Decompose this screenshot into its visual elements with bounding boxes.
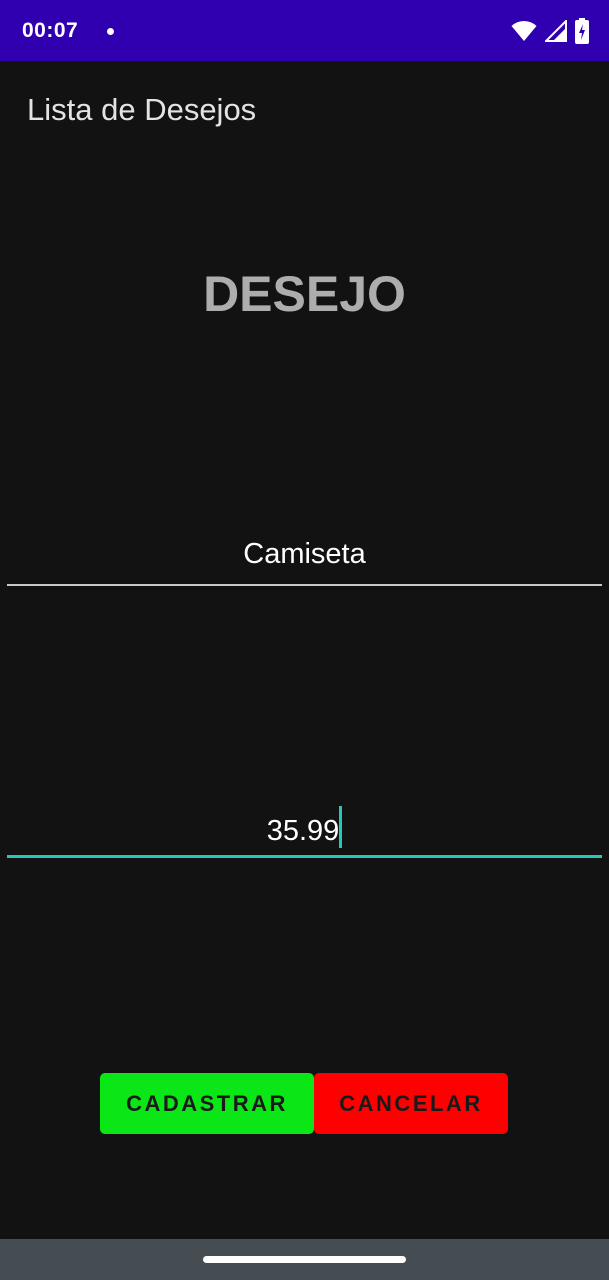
app-bar: Lista de Desejos: [0, 61, 609, 161]
cadastrar-button[interactable]: CADASTRAR: [100, 1073, 314, 1134]
home-gesture-handle[interactable]: [203, 1256, 406, 1263]
notification-dot-icon: [107, 28, 114, 35]
price-field-value-wrap: 35.99: [7, 806, 602, 851]
status-bar: 00:07: [0, 0, 609, 61]
app-title: Lista de Desejos: [27, 92, 257, 127]
text-cursor: [339, 806, 343, 848]
name-field-underline: [7, 584, 602, 586]
status-icons: [511, 17, 589, 45]
signal-icon: [545, 20, 567, 42]
battery-icon: [575, 18, 589, 44]
price-field-underline: [7, 855, 602, 858]
price-field[interactable]: 35.99: [7, 806, 602, 858]
page-heading: DESEJO: [203, 266, 406, 322]
cancelar-button[interactable]: CANCELAR: [314, 1073, 508, 1134]
status-time: 00:07: [22, 19, 79, 42]
navigation-bar: [0, 1239, 609, 1280]
name-field-value: Camiseta: [243, 538, 366, 570]
wifi-icon: [511, 20, 537, 41]
name-field[interactable]: Camiseta: [7, 534, 602, 586]
price-field-value: 35.99: [266, 815, 340, 847]
